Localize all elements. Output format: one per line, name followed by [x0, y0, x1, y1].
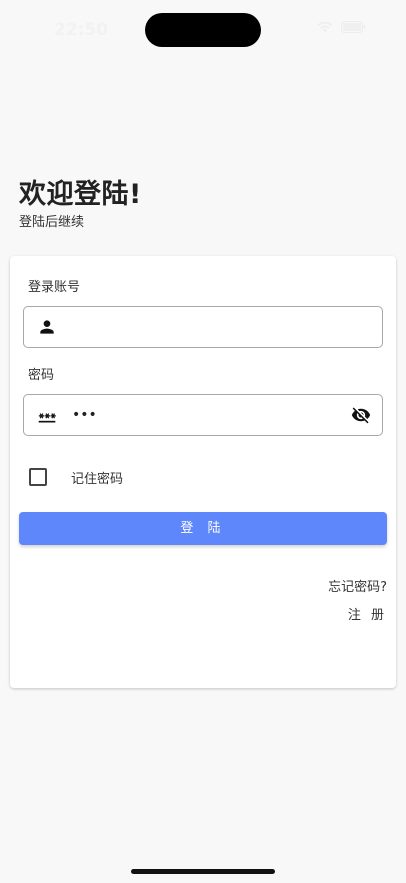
login-button[interactable]: 登 陆	[19, 512, 387, 545]
status-bar: 22:50	[0, 0, 406, 58]
account-label: 登录账号	[28, 280, 81, 295]
remember-checkbox[interactable]	[29, 468, 47, 486]
password-field[interactable]	[23, 394, 383, 436]
welcome-subtitle: 登陆后继续	[19, 215, 85, 230]
login-card: 登录账号 密码 记住密码 登 陆 忘记密码? 注 册	[10, 256, 396, 688]
battery-icon	[341, 21, 366, 33]
dynamic-island	[145, 13, 261, 47]
eye-off-icon[interactable]	[351, 405, 371, 425]
home-indicator	[131, 869, 275, 874]
password-label: 密码	[28, 368, 55, 383]
remember-label: 记住密码	[71, 472, 124, 487]
welcome-title: 欢迎登陆!	[19, 179, 142, 210]
register-link[interactable]: 注 册	[348, 604, 387, 623]
account-field[interactable]	[23, 306, 383, 348]
password-input[interactable]	[72, 395, 352, 435]
person-icon	[40, 320, 54, 334]
status-icons	[317, 21, 366, 33]
forgot-password-link[interactable]: 忘记密码?	[328, 576, 387, 595]
account-input[interactable]	[72, 307, 352, 347]
status-time: 22:50	[54, 20, 109, 40]
wifi-icon	[317, 21, 333, 33]
password-icon	[38, 413, 56, 423]
